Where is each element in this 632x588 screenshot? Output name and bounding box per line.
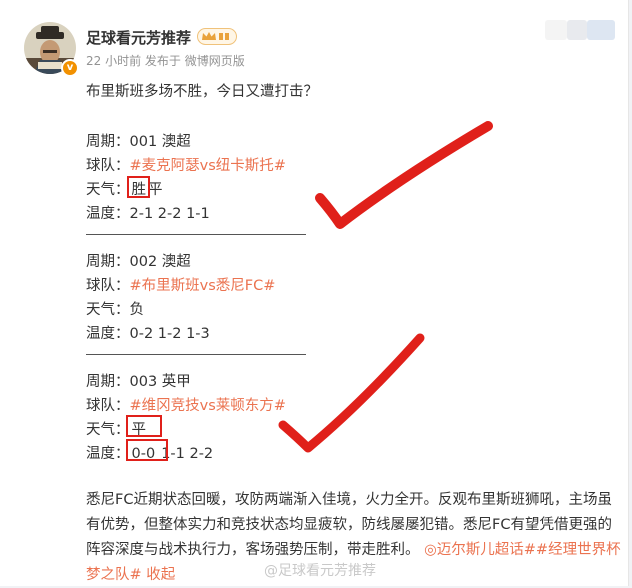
checkmark-icon bbox=[278, 333, 425, 453]
checkmark-icon bbox=[315, 121, 493, 229]
super-topic-label: 迈尔斯儿超话 bbox=[436, 542, 524, 558]
weibo-post-card: v 足球看元芳推荐 22 小时前 发布于 微博网页版 布里斯班多场不胜，今日又遭… bbox=[0, 0, 629, 586]
super-topic-link[interactable]: ◎迈尔斯儿超话# bbox=[424, 542, 536, 558]
collapse-link[interactable]: 收起 bbox=[146, 567, 175, 583]
super-topic-icon: ◎ bbox=[424, 542, 437, 558]
watermark: @足球看元芳推荐 bbox=[264, 563, 376, 579]
